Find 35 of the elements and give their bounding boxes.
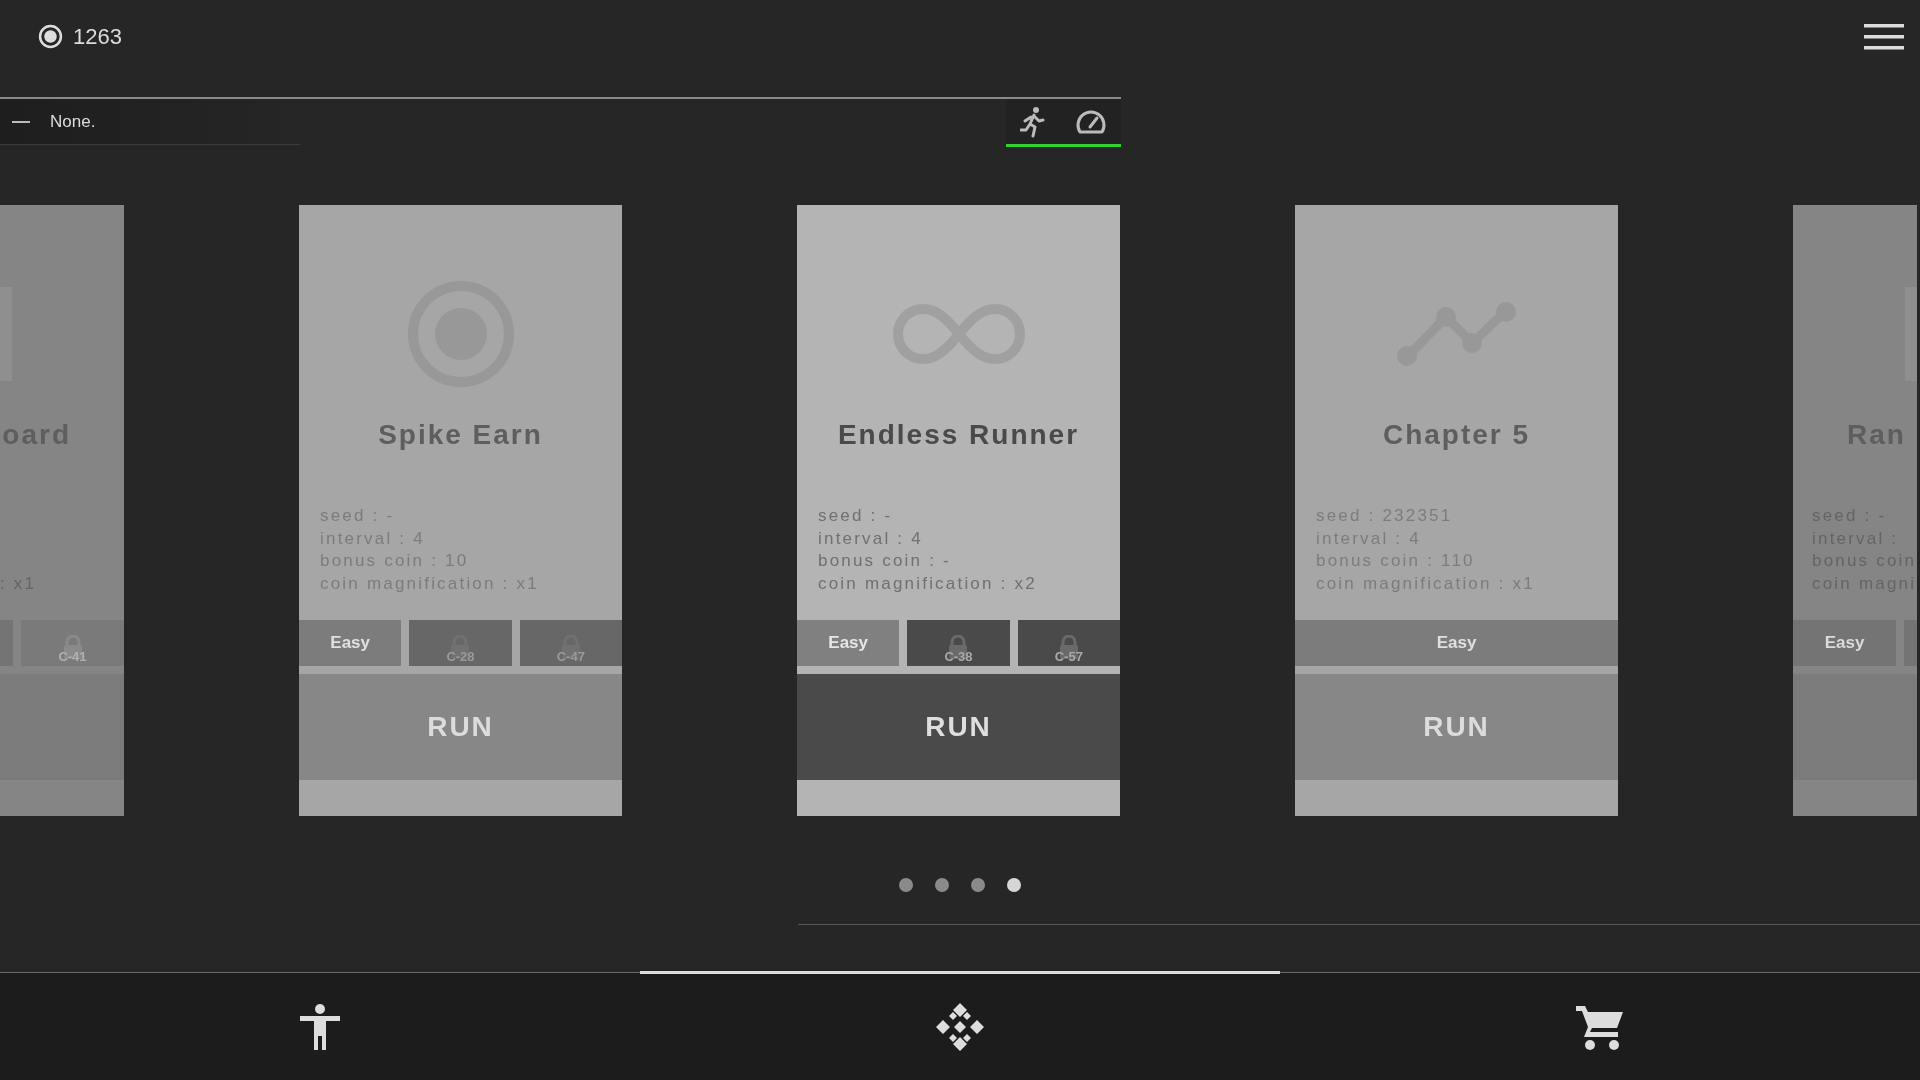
difficulty-button[interactable]: C-57 xyxy=(1017,620,1120,666)
dash-icon xyxy=(12,120,30,123)
runner-icon xyxy=(1020,105,1047,138)
filter-row[interactable]: None. xyxy=(0,99,300,145)
page-dot[interactable] xyxy=(1007,878,1021,892)
difficulty-button[interactable]: C-38 xyxy=(907,620,1010,666)
page-dot[interactable] xyxy=(935,878,949,892)
level-title: Chapter 5 xyxy=(1382,418,1531,452)
coin-count: 1263 xyxy=(73,23,122,50)
page-dot[interactable] xyxy=(971,878,985,892)
coin-icon xyxy=(38,24,63,49)
level-card[interactable]: Endless Runner seed : - interval : 4 bonus coin : - coin magnification : x2 Easy C-38 C-57 RUN xyxy=(797,205,1120,816)
difficulty-button[interactable]: Easy xyxy=(1793,620,1896,666)
diamond-grid-icon xyxy=(936,1003,984,1051)
level-detail: coin magnification : x2 xyxy=(818,572,1037,595)
person-icon xyxy=(300,1004,340,1050)
run-button[interactable]: RUN xyxy=(299,674,622,780)
difficulty-button[interactable]: Easy xyxy=(299,620,402,666)
speedometer-icon xyxy=(1074,108,1107,135)
run-button[interactable]: RUN xyxy=(1295,674,1618,780)
level-title: Spike Earn xyxy=(378,418,543,452)
difficulty-button[interactable]: Easy xyxy=(1295,620,1618,666)
page-dot[interactable] xyxy=(899,878,913,892)
cart-icon xyxy=(1576,1004,1624,1050)
level-detail: bonus coin : - xyxy=(818,550,951,572)
level-title: Endless Runner xyxy=(837,418,1080,452)
mode-switch[interactable] xyxy=(1006,99,1121,147)
level-detail: seed : - xyxy=(818,505,893,527)
tile-icon xyxy=(1905,287,1917,381)
level-detail: interval : 4 xyxy=(818,527,923,550)
run-button[interactable]: RUN xyxy=(797,674,1120,780)
difficulty-button[interactable]: Easy xyxy=(797,620,900,666)
filter-value: None. xyxy=(50,111,96,132)
lock-icon xyxy=(947,635,970,659)
menu-icon[interactable] xyxy=(1864,23,1904,50)
